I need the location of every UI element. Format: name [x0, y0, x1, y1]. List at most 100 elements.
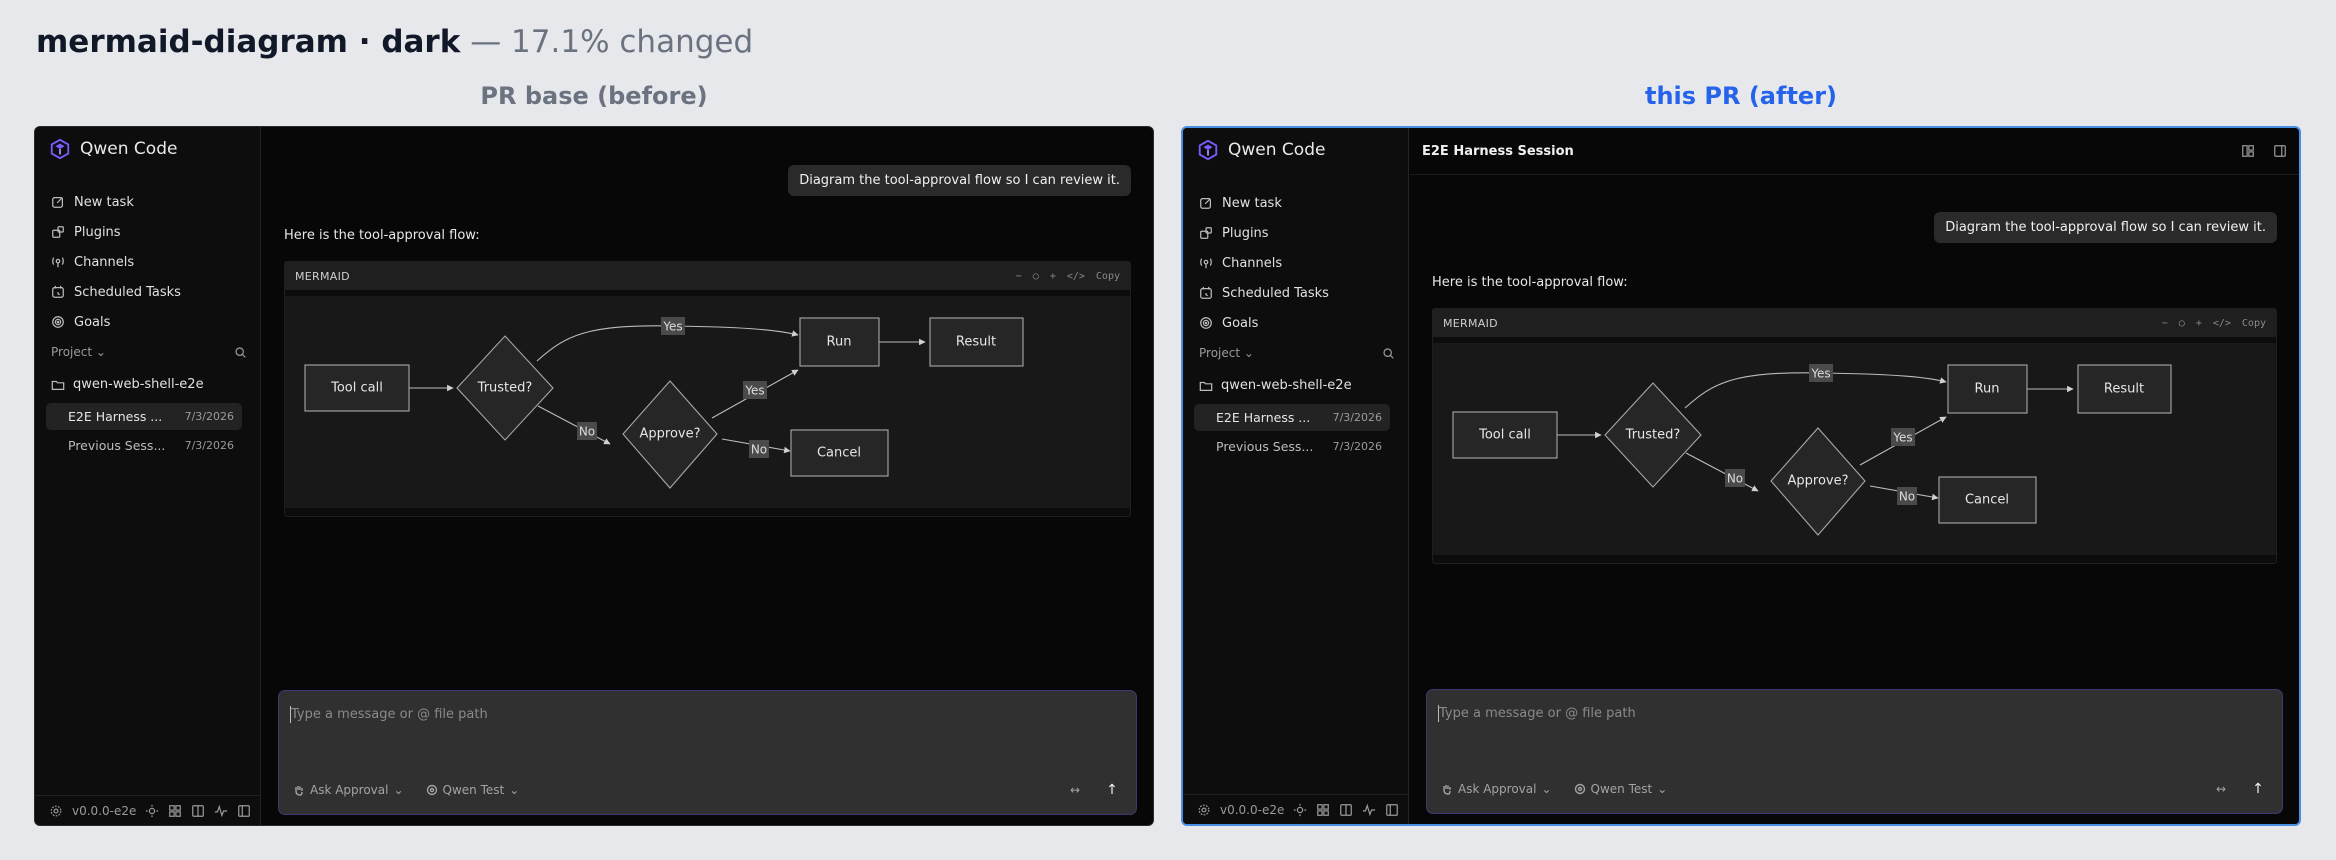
after-label: this PR (after)	[1644, 82, 1837, 110]
panel-before: Qwen Code New task Plugins Channels Sche…	[34, 126, 1154, 826]
node-label-trusted: Trusted?	[1625, 428, 1681, 443]
nav-new-task[interactable]: New task	[1199, 188, 1399, 218]
main-area: E2E Harness Session Diagram the tool-app…	[1410, 128, 2299, 824]
mermaid-diagram[interactable]: Tool call Trusted? Approve? Run Result C…	[285, 296, 1130, 508]
nav-goals[interactable]: Goals	[51, 307, 251, 337]
model-label: Qwen Test	[442, 783, 505, 797]
search-icon[interactable]	[234, 346, 247, 359]
edge-label-no: No	[1899, 490, 1915, 504]
user-message: Diagram the tool-approval flow so I can …	[1934, 212, 2277, 243]
version-label: v0.0.0-e2e	[72, 803, 137, 818]
node-label-run: Run	[1975, 382, 2000, 397]
model-icon	[426, 784, 437, 796]
sidebar: Qwen Code New task Plugins Channels Sche…	[35, 127, 261, 825]
session-item[interactable]: Previous Sess... 7/3/2026	[1194, 433, 1390, 460]
nav-channels[interactable]: Channels	[51, 247, 251, 277]
sidebar-toggle-icon[interactable]	[1385, 803, 1399, 817]
copy-button[interactable]: Copy	[1096, 271, 1120, 282]
folder-icon	[1199, 381, 1213, 391]
project-dropdown[interactable]: Project ⌄	[51, 345, 106, 359]
nav-goals[interactable]: Goals	[1199, 308, 1399, 338]
brightness-icon[interactable]	[1293, 803, 1307, 817]
mermaid-label: MERMAID	[295, 269, 350, 283]
flowchart-svg: Tool call Trusted? Approve? Run Result C…	[1452, 364, 2172, 536]
project-dropdown[interactable]: Project ⌄	[1199, 346, 1254, 360]
composer-toolbar: Ask Approval ⌄ Qwen Test ⌄ ↔ ↑	[293, 780, 1122, 800]
copy-button[interactable]: Copy	[2242, 318, 2266, 329]
edit-icon	[1200, 198, 1211, 209]
message-input[interactable]: Type a message or @ file path	[291, 707, 488, 722]
search-icon[interactable]	[1382, 347, 1395, 360]
approval-mode-select[interactable]: Ask Approval ⌄	[293, 783, 404, 797]
nav-scheduled-tasks[interactable]: Scheduled Tasks	[51, 277, 251, 307]
session-item[interactable]: Previous Sess... 7/3/2026	[46, 432, 242, 459]
brand-name: Qwen Code	[80, 139, 178, 159]
send-button[interactable]: ↑	[1102, 780, 1122, 800]
model-select[interactable]: Qwen Test ⌄	[1574, 782, 1667, 796]
assistant-message: Here is the tool-approval flow:	[284, 228, 480, 243]
project-header: Project ⌄	[1199, 346, 1395, 360]
nav-plugins[interactable]: Plugins	[1199, 218, 1399, 248]
sidebar-toggle-icon[interactable]	[237, 804, 251, 818]
panel-after: Qwen Code New task Plugins Channels Sche…	[1181, 126, 2301, 826]
zoom-in-button[interactable]: +	[1050, 271, 1056, 282]
main-area: E2E Harness Session Diagram the tool-app…	[262, 127, 1153, 825]
edge-label-no: No	[579, 425, 595, 439]
node-label-cancel: Cancel	[1965, 493, 2009, 508]
message-composer: Type a message or @ file path Ask Approv…	[278, 690, 1137, 815]
page-title: mermaid-diagram · dark — 17.1% changed	[36, 24, 754, 60]
session-title: E2E Harness ...	[1216, 410, 1311, 425]
grid-icon[interactable]	[1316, 803, 1330, 817]
before-label: PR base (before)	[480, 82, 708, 110]
session-item[interactable]: E2E Harness ... 7/3/2026	[1194, 404, 1390, 431]
nav-new-task[interactable]: New task	[51, 187, 251, 217]
sidebar-nav: New task Plugins Channels Scheduled Task…	[51, 187, 251, 337]
zoom-in-button[interactable]: +	[2196, 318, 2202, 329]
view-source-button[interactable]: </>	[1067, 271, 1085, 282]
calendar-clock-icon	[1200, 286, 1212, 299]
brightness-icon[interactable]	[145, 804, 159, 818]
nav-plugins[interactable]: Plugins	[51, 217, 251, 247]
zoom-out-button[interactable]: −	[1016, 271, 1022, 282]
brand[interactable]: Qwen Code	[49, 138, 177, 160]
session-item[interactable]: E2E Harness ... 7/3/2026	[46, 403, 242, 430]
expand-icon[interactable]: ↔	[2216, 782, 2226, 796]
reset-zoom-button[interactable]: ○	[2179, 318, 2185, 329]
nav-channels[interactable]: Channels	[1199, 248, 1399, 278]
sidebar: Qwen Code New task Plugins Channels Sche…	[1183, 128, 1409, 824]
approval-mode-select[interactable]: Ask Approval ⌄	[1441, 782, 1552, 796]
broadcast-icon	[1200, 258, 1212, 269]
project-folder[interactable]: qwen-web-shell-e2e	[1199, 378, 1352, 393]
send-button[interactable]: ↑	[2248, 779, 2268, 799]
activity-icon[interactable]	[214, 804, 228, 818]
activity-icon[interactable]	[1362, 803, 1376, 817]
mermaid-diagram[interactable]: Tool call Trusted? Approve? Run Result C…	[1433, 343, 2276, 555]
brand[interactable]: Qwen Code	[1197, 139, 1325, 161]
gear-icon[interactable]	[1197, 803, 1211, 817]
message-input[interactable]: Type a message or @ file path	[1439, 706, 1636, 721]
edge-trusted-approve	[1685, 452, 1759, 492]
model-select[interactable]: Qwen Test ⌄	[426, 783, 519, 797]
broadcast-icon	[52, 257, 64, 268]
nav-label: Channels	[74, 254, 135, 270]
panel-toggle-icon[interactable]	[2273, 144, 2287, 158]
grid-icon[interactable]	[168, 804, 182, 818]
view-source-button[interactable]: </>	[2213, 318, 2231, 329]
session-title: Previous Sess...	[1216, 439, 1314, 454]
expand-icon[interactable]: ↔	[1070, 783, 1080, 797]
project-folder[interactable]: qwen-web-shell-e2e	[51, 377, 204, 392]
calendar-clock-icon	[52, 285, 64, 298]
model-icon	[1574, 783, 1585, 795]
reset-zoom-button[interactable]: ○	[1033, 271, 1039, 282]
edge-label-no: No	[1727, 472, 1743, 486]
zoom-out-button[interactable]: −	[2162, 318, 2168, 329]
hand-icon	[295, 786, 303, 796]
version-label: v0.0.0-e2e	[1220, 802, 1285, 817]
nav-scheduled-tasks[interactable]: Scheduled Tasks	[1199, 278, 1399, 308]
folder-name: qwen-web-shell-e2e	[73, 377, 204, 392]
nav-label: Goals	[74, 314, 111, 330]
layout-icon[interactable]	[2241, 144, 2255, 158]
gear-icon[interactable]	[49, 804, 63, 818]
columns-icon[interactable]	[191, 804, 205, 818]
columns-icon[interactable]	[1339, 803, 1353, 817]
